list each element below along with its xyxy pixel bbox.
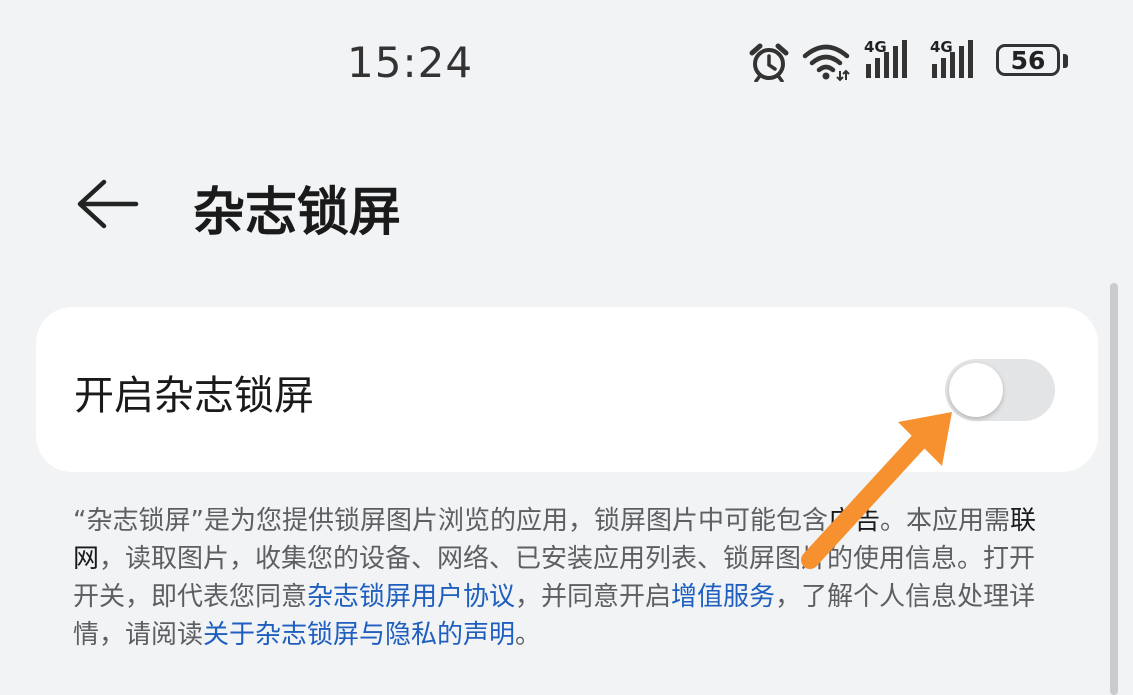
back-arrow-icon xyxy=(77,179,139,229)
setting-card: 开启杂志锁屏 xyxy=(36,307,1098,472)
status-time: 15:24 xyxy=(347,38,474,87)
battery-tip xyxy=(1063,54,1068,68)
toggle-knob xyxy=(949,363,1003,417)
description-part: 。 xyxy=(515,620,542,650)
user-agreement-link[interactable]: 杂志锁屏用户协议 xyxy=(307,582,515,612)
app-header: 杂志锁屏 xyxy=(0,150,1133,260)
privacy-statement-link[interactable]: 关于杂志锁屏与隐私的声明 xyxy=(203,620,515,650)
description-part: ，并同意开启 xyxy=(515,582,672,612)
alarm-icon xyxy=(749,43,789,82)
status-bar: 15:24 4G 4G 56 xyxy=(0,0,1133,130)
back-button[interactable] xyxy=(70,172,150,236)
magazine-lock-toggle[interactable] xyxy=(945,359,1055,421)
page-title: 杂志锁屏 xyxy=(193,183,402,243)
battery-level: 56 xyxy=(1010,45,1046,75)
wifi-icon xyxy=(802,44,850,82)
signal-4g-icon: 4G xyxy=(864,38,920,84)
description-part: 。本应用需 xyxy=(879,506,1010,536)
description-part: “杂志锁屏”是为您提供锁屏图片浏览的应用，锁屏图片中可能包含 xyxy=(73,506,828,536)
scrollbar[interactable] xyxy=(1110,283,1118,695)
setting-label: 开启杂志锁屏 xyxy=(74,373,314,419)
value-added-service-link[interactable]: 增值服务 xyxy=(671,582,775,612)
ad-text: 广告 xyxy=(827,506,880,536)
signal-4g-icon: 4G xyxy=(930,38,986,84)
battery-icon: 56 xyxy=(996,44,1060,76)
description-text: “杂志锁屏”是为您提供锁屏图片浏览的应用，锁屏图片中可能包含广告。本应用需联网，… xyxy=(73,502,1043,654)
